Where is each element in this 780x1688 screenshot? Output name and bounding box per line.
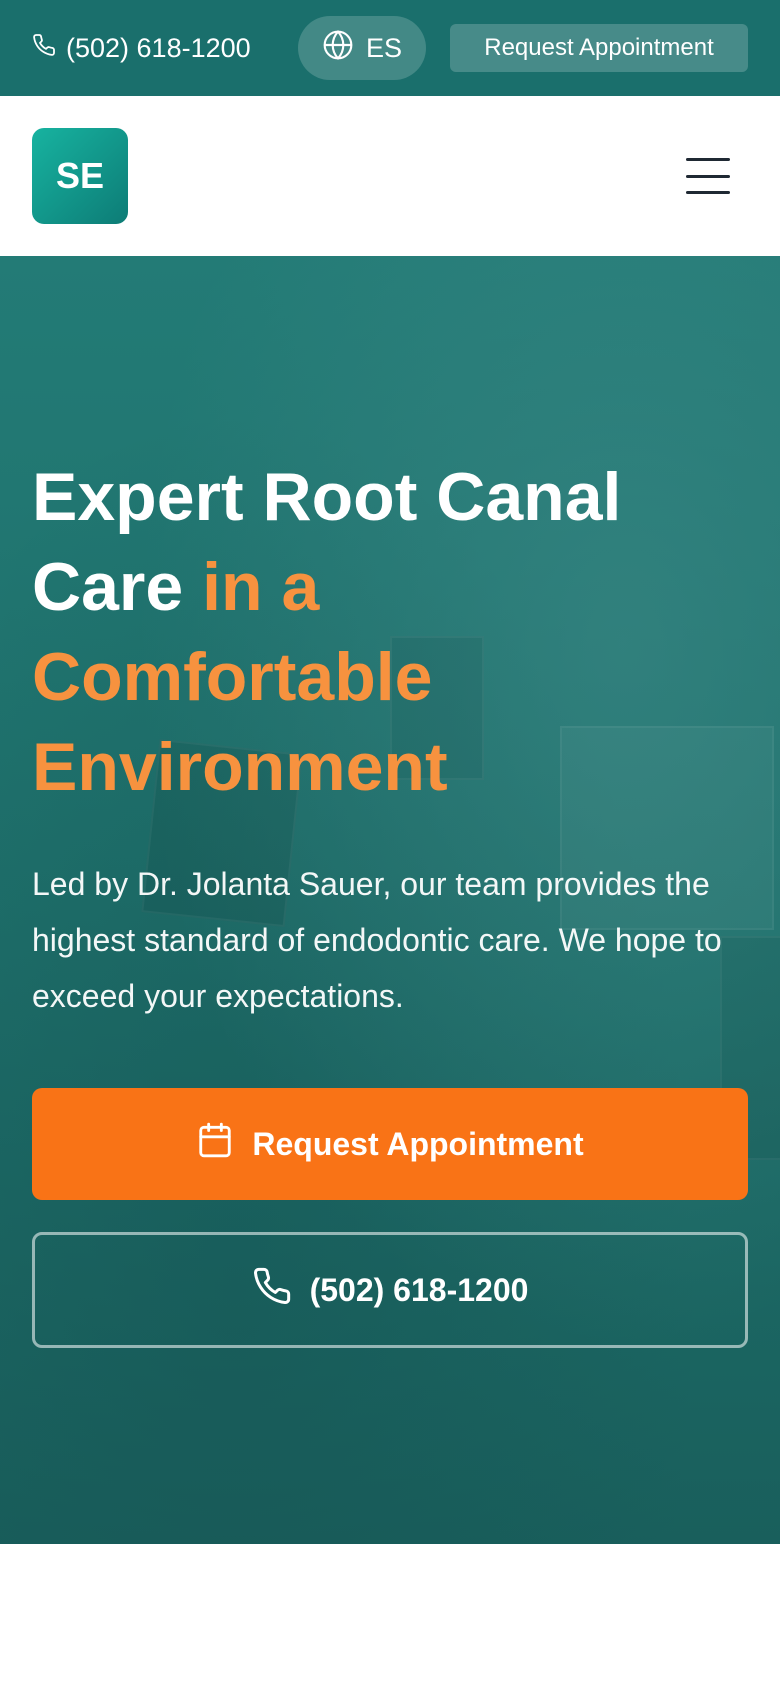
top-request-appointment-button[interactable]: Request Appointment [450,24,748,72]
phone-icon [252,1266,292,1314]
site-header: SE [0,96,780,257]
request-appointment-button[interactable]: Request Appointment [32,1088,748,1200]
call-phone-button[interactable]: (502) 618-1200 [32,1232,748,1348]
hero-section: Expert Root Canal Care in a Comfortable … [0,256,780,1544]
logo[interactable]: SE [32,128,128,224]
call-phone-label: (502) 618-1200 [309,1271,529,1308]
calendar-icon [196,1121,234,1167]
top-phone-link[interactable]: (502) 618-1200 [32,30,251,66]
hero-title-main: Expert Root Canal Care [32,459,622,625]
hero-title: Expert Root Canal Care in a Comfortable … [32,452,732,812]
menu-icon[interactable] [686,154,730,198]
hero-subtitle: Led by Dr. Jolanta Sauer, our team provi… [32,866,722,1014]
request-appointment-label: Request Appointment [252,1125,584,1162]
top-bar: (502) 618-1200 ES Request Appointment [0,0,780,96]
language-toggle-button[interactable]: ES [298,16,426,80]
phone-icon [32,33,56,64]
globe-icon [322,29,354,68]
top-phone-text: (502) 618-1200 [66,32,251,63]
language-label: ES [365,32,403,63]
